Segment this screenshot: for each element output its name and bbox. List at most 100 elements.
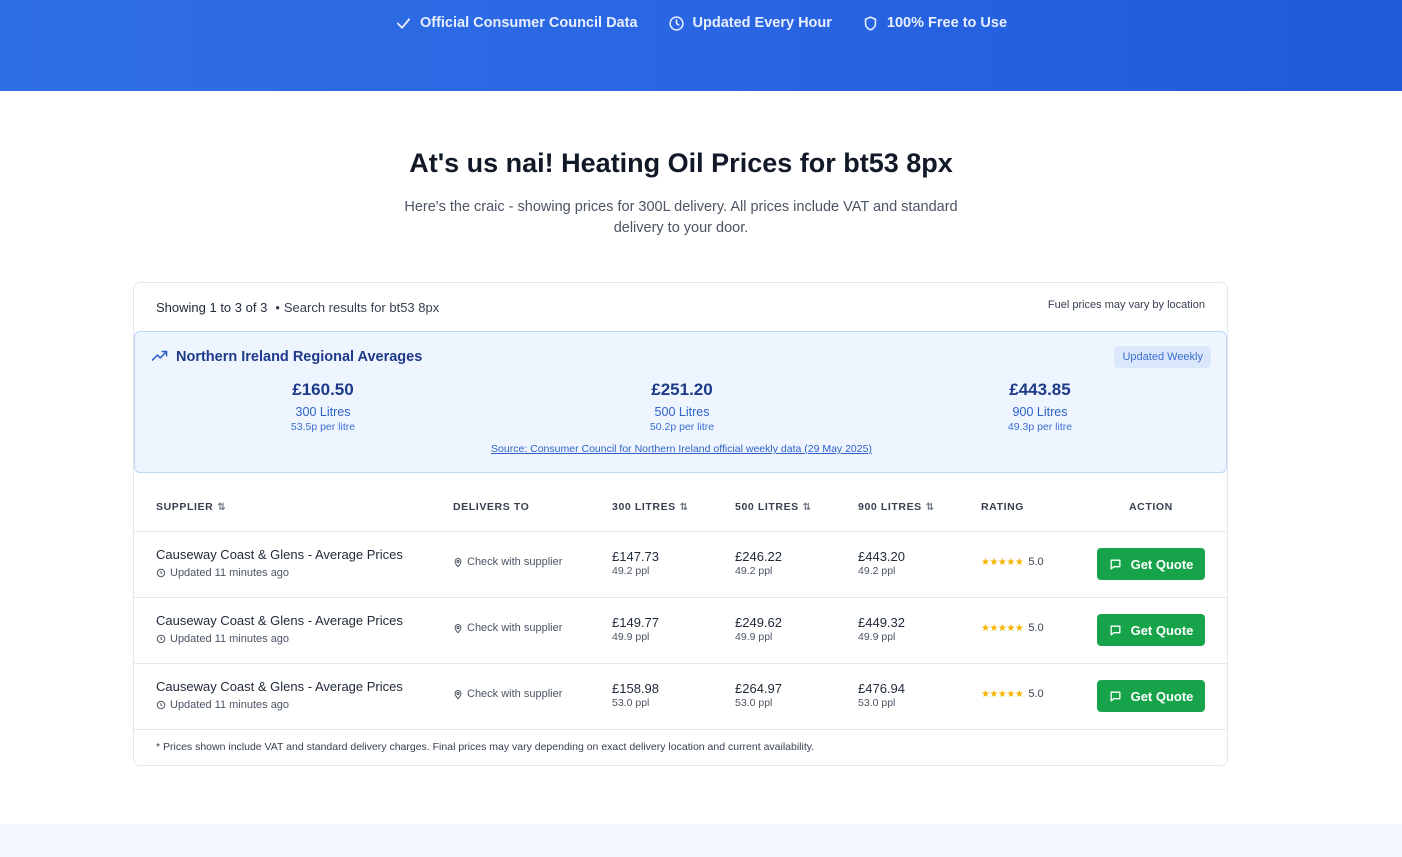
header-delivers-label: DELIVERS TO [453,501,530,513]
check-icon [396,17,411,29]
message-icon [1110,625,1121,635]
price-900: £449.32 49.9 ppl [858,615,905,643]
supplier-updated: Updated 11 minutes ago [156,567,289,579]
sort-icon: ⇅ [679,501,689,513]
rating: ★★★★★ 5.0 [981,622,1044,634]
badge-free: 100% Free to Use [862,13,1007,33]
get-quote-button[interactable]: Get Quote [1097,680,1205,712]
search-query-text: Search results for bt53 8px [283,299,440,315]
sort-icon: ⇅ [925,501,935,513]
table-row: Causeway Coast & Glens - Average Prices … [134,597,1227,663]
header-rating-label: RATING [981,501,1025,513]
header-supplier[interactable]: SUPPLIER ⇅ [156,501,226,513]
clock-icon [668,15,684,31]
sort-icon: ⇅ [802,501,812,513]
average-ppl: 49.3p per litre [1007,421,1073,433]
header-900-litres[interactable]: 900 LITRES ⇅ [858,501,935,513]
header-action-label: ACTION [1129,501,1173,513]
header-action: ACTION [1129,501,1173,513]
rating-value: 5.0 [1028,556,1044,568]
regional-averages-title: Northern Ireland Regional Averages [151,348,422,365]
hero-banner: Official Consumer Council Data Updated E… [0,0,1402,91]
updated-text: Updated 11 minutes ago [170,567,290,579]
regional-average-900: £443.85 900 Litres 49.3p per litre [940,380,1140,433]
price-value: £249.62 [735,615,782,630]
badge-label: Updated Every Hour [692,15,832,31]
results-count: Showing 1 to 3 of 3 [156,299,268,315]
supplier-updated: Updated 11 minutes ago [156,699,289,711]
shield-icon [864,15,877,31]
average-volume: 900 Litres [1012,405,1068,419]
price-value: £149.77 [612,615,659,630]
price-900: £476.94 53.0 ppl [858,681,905,709]
page-title: At's us nai! Heating Oil Prices for bt53… [409,148,953,178]
price-300: £149.77 49.9 ppl [612,615,659,643]
supplier-name: Causeway Coast & Glens - Average Prices [156,547,403,562]
rating-value: 5.0 [1028,688,1044,700]
message-icon [1110,691,1121,701]
updated-text: Updated 11 minutes ago [170,633,290,645]
badge-label: 100% Free to Use [886,15,1008,31]
star-rating-icon: ★★★★★ [981,688,1024,700]
source-link[interactable]: Source: Consumer Council for Northern Ir… [135,443,1227,455]
average-ppl: 53.5p per litre [290,421,356,433]
get-quote-label: Get Quote [1130,688,1194,704]
price-value: £449.32 [858,615,905,630]
delivers-to: Check with supplier [453,556,562,568]
pricing-footnote: * Prices shown include VAT and standard … [134,729,1227,765]
get-quote-label: Get Quote [1130,556,1194,572]
price-ppl: 49.9 ppl [735,631,773,643]
map-pin-icon [454,623,462,633]
results-header: Showing 1 to 3 of 3 • Search results for b… [134,283,1227,331]
results-summary: Showing 1 to 3 of 3 • Search results for b… [156,299,440,315]
header-300-litres[interactable]: 300 LITRES ⇅ [612,501,689,513]
supplier-updated: Updated 11 minutes ago [156,633,289,645]
table-row: Causeway Coast & Glens - Average Prices … [134,663,1227,729]
clock-icon [156,634,166,644]
price-value: £246.22 [735,549,782,564]
get-quote-button[interactable]: Get Quote [1097,548,1205,580]
delivers-text: Check with supplier [467,556,563,568]
price-300: £158.98 53.0 ppl [612,681,659,709]
star-rating-icon: ★★★★★ [981,622,1024,634]
badge-official-data: Official Consumer Council Data [395,13,638,33]
average-ppl: 50.2p per litre [649,421,715,433]
updated-weekly-badge: Updated Weekly [1114,346,1211,368]
clock-icon [156,700,166,710]
price-ppl: 53.0 ppl [735,697,773,709]
get-quote-button[interactable]: Get Quote [1097,614,1205,646]
average-volume: 500 Litres [654,405,710,419]
price-ppl: 49.2 ppl [858,565,896,577]
rating: ★★★★★ 5.0 [981,556,1044,568]
price-variation-note: Fuel prices may vary by location [1047,299,1205,311]
price-value: £476.94 [858,681,905,696]
rating-value: 5.0 [1028,622,1044,634]
results-card: Showing 1 to 3 of 3 • Search results for b… [133,282,1228,766]
get-quote-label: Get Quote [1130,622,1194,638]
badge-updated-hourly: Updated Every Hour [668,13,832,33]
price-ppl: 53.0 ppl [612,697,650,709]
price-value: £158.98 [612,681,659,696]
regional-title-label: Northern Ireland Regional Averages [176,348,423,365]
map-pin-icon [454,557,462,567]
header-900-label: 900 LITRES [858,501,922,513]
price-300: £147.73 49.2 ppl [612,549,659,577]
price-ppl: 49.9 ppl [612,631,650,643]
average-price: £443.85 [1009,380,1071,399]
price-500: £264.97 53.0 ppl [735,681,782,709]
delivers-to: Check with supplier [453,622,562,634]
supplier-name: Causeway Coast & Glens - Average Prices [156,679,403,694]
header-500-litres[interactable]: 500 LITRES ⇅ [735,501,812,513]
price-ppl: 49.2 ppl [735,565,773,577]
badge-label: Official Consumer Council Data [419,15,638,31]
header-500-label: 500 LITRES [735,501,799,513]
average-volume: 300 Litres [295,405,351,419]
price-900: £443.20 49.2 ppl [858,549,905,577]
delivers-text: Check with supplier [467,688,563,700]
price-ppl: 53.0 ppl [858,697,896,709]
price-value: £147.73 [612,549,659,564]
map-pin-icon [454,689,462,699]
header-300-label: 300 LITRES [612,501,676,513]
delivers-text: Check with supplier [467,622,563,634]
regional-averages-panel: Northern Ireland Regional Averages Updat… [134,331,1227,473]
